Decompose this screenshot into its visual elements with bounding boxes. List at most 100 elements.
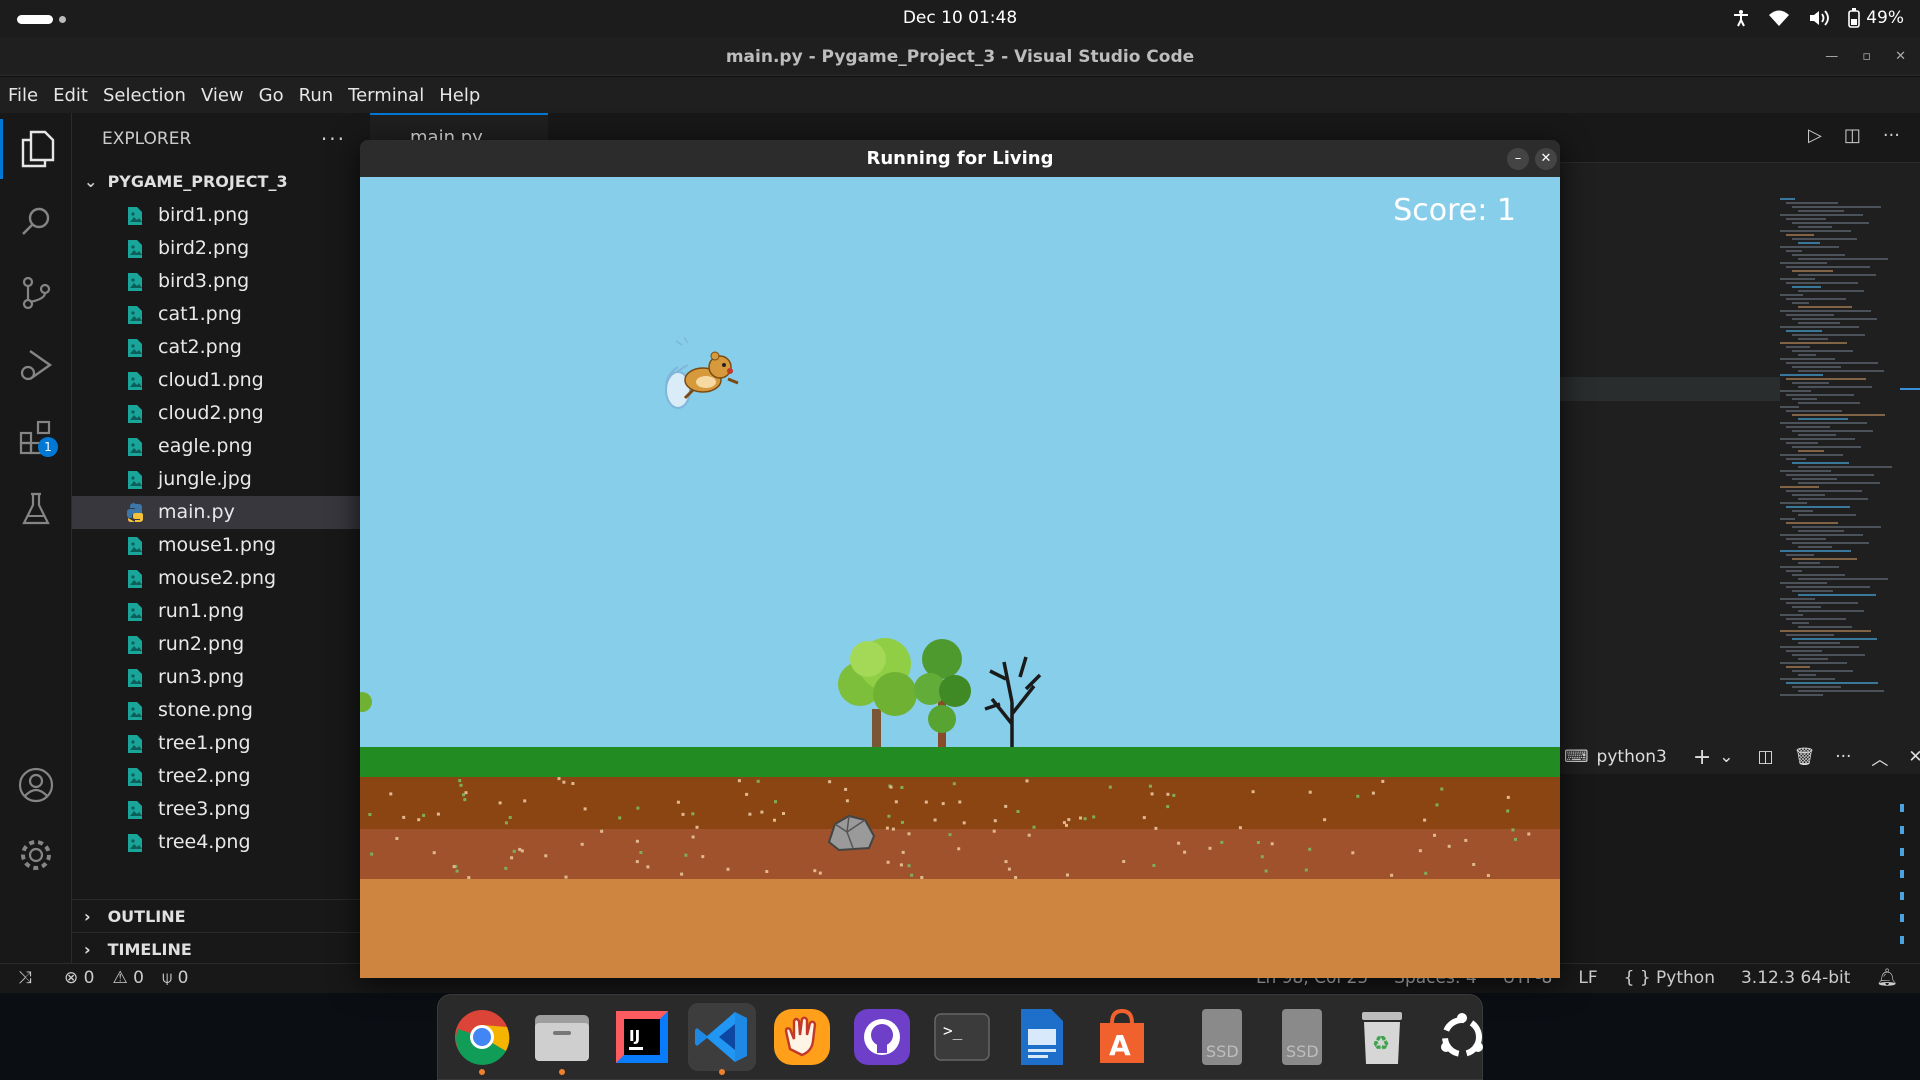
file-item[interactable]: run2.png — [72, 628, 360, 661]
menu-go[interactable]: Go — [259, 85, 284, 106]
soil-speck — [695, 825, 699, 829]
dock-files[interactable] — [528, 1003, 596, 1075]
maximize-panel-icon[interactable]: ︿ — [1871, 745, 1888, 770]
soil-speck — [459, 783, 463, 787]
search-activity[interactable] — [0, 191, 72, 251]
dock-chrome[interactable] — [448, 1003, 516, 1075]
file-item[interactable]: tree1.png — [72, 727, 360, 760]
extensions-activity[interactable]: 1 — [0, 407, 72, 467]
accounts-activity[interactable] — [0, 755, 72, 815]
dock-show-apps[interactable] — [1428, 1003, 1496, 1071]
soil-speck — [1435, 803, 1439, 807]
file-item[interactable]: cloud2.png — [72, 397, 360, 430]
add-terminal-icon[interactable]: + — [1693, 745, 1711, 770]
file-item[interactable]: mouse2.png — [72, 562, 360, 595]
system-tray[interactable]: 49% — [1732, 8, 1904, 28]
soil-speck — [1356, 794, 1360, 798]
file-item[interactable]: mouse1.png — [72, 529, 360, 562]
file-item[interactable]: cloud1.png — [72, 364, 360, 397]
chevron-down-icon[interactable]: ⌄ — [1719, 747, 1733, 767]
activity-bar: 1 — [0, 113, 72, 963]
file-item[interactable]: tree2.png — [72, 760, 360, 793]
wifi-icon[interactable] — [1768, 9, 1790, 27]
dock-intellij[interactable]: IJ — [608, 1003, 676, 1071]
file-item[interactable]: eagle.png — [72, 430, 360, 463]
dock-vscode[interactable] — [688, 1003, 756, 1075]
file-item[interactable]: main.py — [72, 496, 360, 529]
game-canvas[interactable]: Score: 1 — [360, 177, 1560, 978]
file-item[interactable]: tree3.png — [72, 793, 360, 826]
menu-terminal[interactable]: Terminal — [348, 85, 424, 106]
dock-ssd-drive-2[interactable]: SSD — [1268, 1003, 1336, 1071]
minimize-icon[interactable]: — — [1825, 38, 1838, 76]
python-interpreter[interactable]: 3.12.3 64-bit — [1741, 968, 1850, 988]
close-icon[interactable]: ✕ — [1895, 38, 1906, 76]
soil-speck — [1270, 842, 1274, 846]
file-item[interactable]: bird2.png — [72, 232, 360, 265]
outline-section[interactable]: › OUTLINE — [72, 899, 360, 932]
split-terminal-icon[interactable]: ◫ — [1758, 747, 1774, 767]
close-panel-icon[interactable]: ✕ — [1908, 747, 1920, 767]
soil-speck — [1016, 810, 1020, 813]
battery-indicator[interactable]: 49% — [1848, 8, 1904, 28]
dock-text-editor[interactable] — [1008, 1003, 1076, 1071]
terminal-panel[interactable] — [1560, 774, 1920, 964]
volume-icon[interactable] — [1808, 9, 1830, 27]
language-mode[interactable]: { } Python — [1624, 968, 1715, 988]
menu-run[interactable]: Run — [299, 85, 334, 106]
file-item[interactable]: run3.png — [72, 661, 360, 694]
notifications-bell-icon[interactable]: 🔔︎ — [1876, 968, 1898, 988]
menu-help[interactable]: Help — [439, 85, 480, 106]
dock-app-center[interactable]: A — [1088, 1003, 1156, 1071]
scrollbar-thumb[interactable] — [1900, 388, 1920, 390]
file-item[interactable]: tree4.png — [72, 826, 360, 859]
more-actions-icon[interactable]: ··· — [321, 113, 346, 165]
soil-speck — [1150, 792, 1154, 796]
soil-speck — [389, 792, 393, 796]
more-actions-icon[interactable]: ··· — [1883, 125, 1900, 146]
close-icon[interactable]: ✕ — [1535, 148, 1557, 170]
file-item[interactable]: cat1.png — [72, 298, 360, 331]
soil-speck — [510, 856, 514, 860]
game-title-bar[interactable]: Running for Living — [360, 140, 1560, 177]
soil-speck — [1166, 805, 1170, 809]
trash-icon[interactable]: 🗑 — [1794, 747, 1816, 767]
file-item[interactable]: bird1.png — [72, 199, 360, 232]
more-actions-icon[interactable]: ··· — [1835, 747, 1851, 767]
testing-activity[interactable] — [0, 479, 72, 539]
file-item[interactable]: cat2.png — [72, 331, 360, 364]
terminal-label[interactable]: python3 — [1597, 747, 1667, 767]
maximize-icon[interactable]: ▫ — [1862, 38, 1871, 76]
dock-ssd-drive-1[interactable]: SSD — [1188, 1003, 1256, 1071]
menu-file[interactable]: File — [8, 85, 38, 106]
minimap[interactable] — [1780, 198, 1892, 698]
accessibility-icon[interactable] — [1732, 9, 1750, 27]
end-of-line[interactable]: LF — [1578, 968, 1597, 988]
remote-indicator[interactable]: ⤨ — [0, 964, 50, 993]
menu-view[interactable]: View — [201, 85, 244, 106]
ports-count: 0 — [177, 968, 189, 988]
run-icon[interactable]: ▷ — [1808, 125, 1822, 146]
file-name: jungle.jpg — [158, 468, 252, 490]
dock-trash[interactable]: ♻ — [1348, 1003, 1416, 1071]
menu-edit[interactable]: Edit — [53, 85, 88, 106]
menu-bar: File Edit Selection View Go Run Terminal… — [0, 77, 1920, 113]
file-item[interactable]: run1.png — [72, 595, 360, 628]
manage-activity[interactable] — [0, 825, 72, 885]
dock-github-desktop[interactable] — [848, 1003, 916, 1071]
minimize-icon[interactable]: – — [1507, 148, 1529, 170]
file-item[interactable]: jungle.jpg — [72, 463, 360, 496]
explorer-activity[interactable] — [0, 119, 72, 179]
dock-terminal[interactable]: >_ — [928, 1003, 996, 1071]
problems-status[interactable]: ⊗ 0 ⚠ 0 ⍦ 0 — [64, 968, 188, 988]
timeline-section[interactable]: › TIMELINE — [72, 932, 360, 965]
file-item[interactable]: stone.png — [72, 694, 360, 727]
run-debug-activity[interactable] — [0, 335, 72, 395]
file-item[interactable]: bird3.png — [72, 265, 360, 298]
dock-handy[interactable] — [768, 1003, 836, 1071]
menu-selection[interactable]: Selection — [103, 85, 186, 106]
project-folder[interactable]: ⌄ PYGAME_PROJECT_3 — [72, 165, 360, 199]
system-clock[interactable]: Dec 10 01:48 — [0, 8, 1920, 28]
source-control-activity[interactable] — [0, 263, 72, 323]
split-editor-icon[interactable]: ◫ — [1844, 125, 1861, 146]
